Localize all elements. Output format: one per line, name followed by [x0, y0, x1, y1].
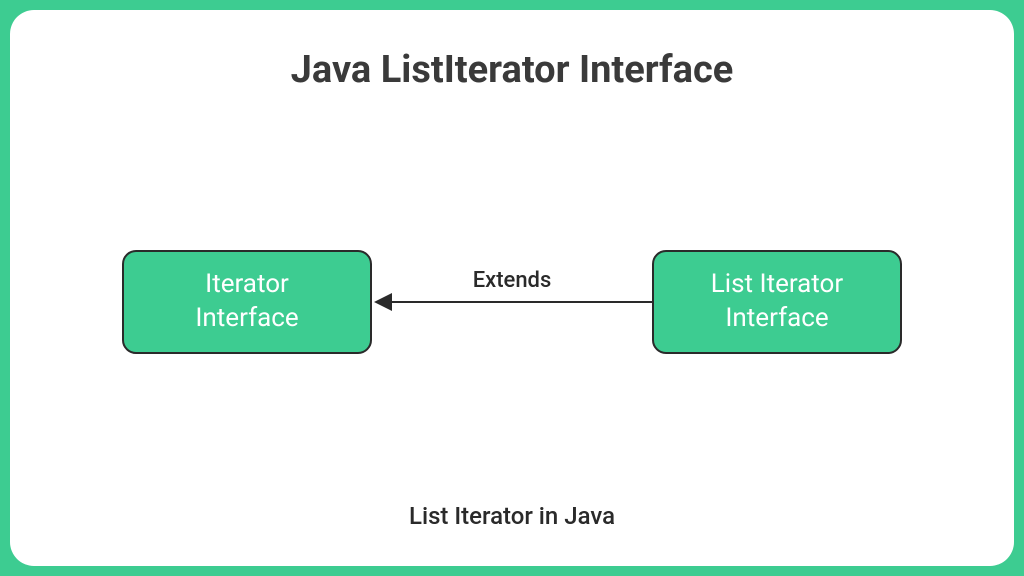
caption: List Iterator in Java	[10, 502, 1014, 530]
page-title: Java ListIterator Interface	[291, 48, 734, 92]
diagram-frame: Java ListIterator Interface Iterator Int…	[10, 10, 1014, 566]
diagram-area: Iterator Interface Extends List Iterator…	[10, 250, 1014, 354]
list-iterator-interface-box: List Iterator Interface	[652, 250, 902, 354]
box-label-line: Iterator	[205, 268, 289, 302]
iterator-interface-box: Iterator Interface	[122, 250, 372, 354]
box-label-line: Interface	[195, 302, 298, 336]
extends-arrow: Extends	[372, 262, 652, 342]
arrow-line	[390, 301, 652, 303]
box-label-line: Interface	[725, 302, 828, 336]
arrow-label: Extends	[467, 268, 558, 293]
box-label-line: List Iterator	[711, 268, 843, 302]
